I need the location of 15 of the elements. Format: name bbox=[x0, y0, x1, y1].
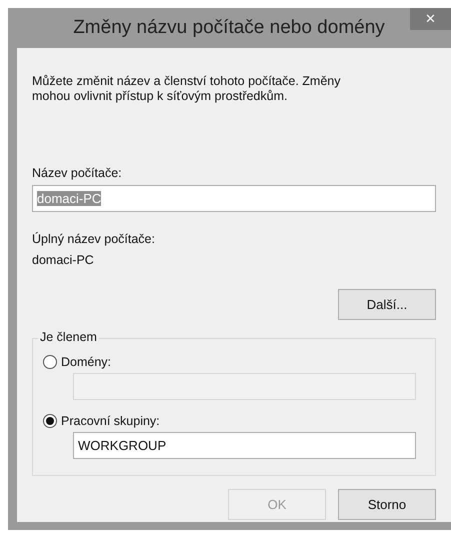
close-button[interactable]: × bbox=[410, 8, 451, 30]
window-title: Změny názvu počítače nebo domény bbox=[72, 17, 386, 39]
more-button[interactable]: Další... bbox=[338, 289, 436, 320]
field-label: Úplný název počítače: bbox=[32, 232, 156, 246]
radio-label[interactable]: Domény: bbox=[61, 355, 112, 369]
radio-label[interactable]: Pracovní skupiny: bbox=[61, 414, 160, 428]
dialog-button[interactable]: Storno bbox=[338, 489, 436, 520]
radio-button[interactable] bbox=[43, 414, 57, 428]
group-legend: Je členem bbox=[38, 330, 99, 344]
text-field[interactable]: WORKGROUP bbox=[73, 432, 416, 459]
field-label: Název počítače: bbox=[32, 166, 123, 180]
field-value: WORKGROUP bbox=[78, 438, 166, 453]
description-text: Můžete změnit název a členství tohoto počítače. Změny mohou ovlivnit přístup k síťovým prostředkům. bbox=[32, 74, 342, 104]
full-name-value: domaci-PC bbox=[32, 253, 95, 267]
radio-button[interactable] bbox=[43, 355, 57, 369]
